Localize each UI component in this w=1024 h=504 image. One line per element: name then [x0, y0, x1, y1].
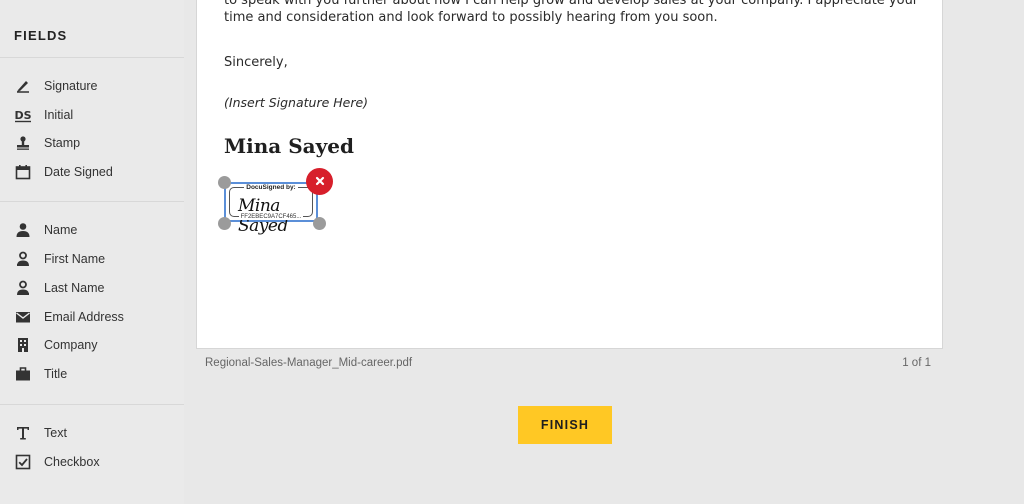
- field-email-address[interactable]: Email Address: [0, 304, 184, 330]
- field-initial[interactable]: DS Initial: [0, 102, 184, 128]
- sidebar-divider: [0, 201, 184, 202]
- building-icon: [14, 336, 32, 354]
- resize-handle-top-left[interactable]: [218, 176, 231, 189]
- briefcase-icon: [14, 365, 32, 383]
- signature-id: FF2EBEC9A7CF465...: [238, 214, 304, 220]
- letter-closing: Sincerely,: [224, 55, 288, 70]
- document-page: to speak with you further about how I ca…: [196, 0, 943, 349]
- signature-field[interactable]: DocuSigned by: Mina Sayed FF2EBEC9A7CF46…: [224, 182, 318, 236]
- ds-initial-icon: DS: [14, 106, 32, 124]
- signature-header: DocuSigned by:: [244, 184, 298, 191]
- sidebar-divider: [0, 404, 184, 405]
- svg-text:DS: DS: [15, 109, 32, 122]
- sidebar-divider: [0, 57, 184, 58]
- field-text[interactable]: Text: [0, 420, 184, 446]
- field-date-signed[interactable]: Date Signed: [0, 159, 184, 185]
- checkbox-icon: [14, 453, 32, 471]
- stamp-icon: [14, 134, 32, 152]
- field-checkbox[interactable]: Checkbox: [0, 449, 184, 475]
- field-title[interactable]: Title: [0, 361, 184, 387]
- sidebar-title: FIELDS: [14, 28, 68, 43]
- close-icon: [315, 173, 325, 191]
- resize-handle-bottom-left[interactable]: [218, 217, 231, 230]
- text-t-icon: [14, 424, 32, 442]
- field-signature[interactable]: Signature: [0, 73, 184, 99]
- pen-icon: [14, 77, 32, 95]
- field-first-name[interactable]: First Name: [0, 246, 184, 272]
- person-outline-icon: [14, 250, 32, 268]
- signer-name: Mina Sayed: [224, 134, 354, 158]
- page-count: 1 of 1: [902, 357, 931, 369]
- envelope-icon: [14, 308, 32, 326]
- resize-handle-bottom-right[interactable]: [313, 217, 326, 230]
- letter-paragraph: to speak with you further about how I ca…: [224, 0, 919, 25]
- field-stamp[interactable]: Stamp: [0, 130, 184, 156]
- delete-field-button[interactable]: [306, 168, 333, 195]
- calendar-icon: [14, 163, 32, 181]
- signature-frame: DocuSigned by: Mina Sayed FF2EBEC9A7CF46…: [229, 184, 313, 236]
- signature-placeholder-text: (Insert Signature Here): [224, 95, 369, 110]
- person-outline-icon: [14, 279, 32, 297]
- document-filename: Regional-Sales-Manager_Mid-career.pdf: [205, 357, 413, 369]
- fields-sidebar: FIELDS Signature DS Initial Stamp Date S…: [0, 0, 184, 504]
- field-last-name[interactable]: Last Name: [0, 275, 184, 301]
- field-name[interactable]: Name: [0, 217, 184, 243]
- finish-button[interactable]: FINISH: [518, 406, 612, 444]
- person-icon: [14, 221, 32, 239]
- field-company[interactable]: Company: [0, 332, 184, 358]
